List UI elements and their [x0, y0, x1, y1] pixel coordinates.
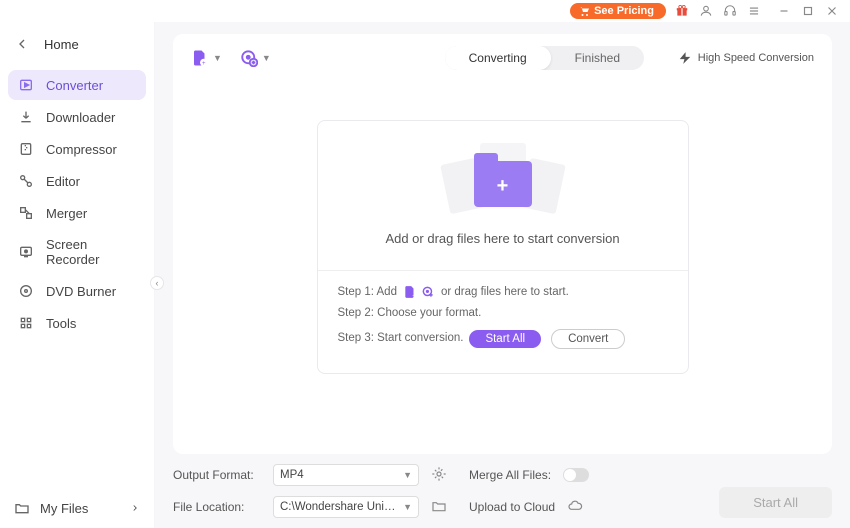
output-format-label: Output Format: [173, 468, 261, 482]
sidebar-collapse-toggle[interactable]: ‹ [150, 276, 164, 290]
sidebar-item-merger[interactable]: Merger [8, 198, 146, 228]
sidebar-item-editor[interactable]: Editor [8, 166, 146, 196]
nav-label: Tools [46, 316, 76, 331]
chevron-down-icon: ▼ [213, 53, 222, 63]
settings-icon[interactable] [431, 466, 447, 485]
nav-label: Screen Recorder [46, 237, 136, 267]
folder-illustration: + [338, 143, 668, 213]
sidebar-item-downloader[interactable]: Downloader [8, 102, 146, 132]
home-button[interactable]: Home [0, 28, 154, 60]
tab-converting[interactable]: Converting [445, 46, 551, 70]
nav-label: Downloader [46, 110, 115, 125]
sidebar: Home Converter Downloader Compressor Edi… [0, 22, 155, 528]
nav-label: Compressor [46, 142, 117, 157]
see-pricing-button[interactable]: See Pricing [570, 3, 666, 19]
file-location-select[interactable]: C:\Wondershare UniConverter 1 ▼ [273, 496, 419, 518]
add-file-button[interactable]: + ▼ [191, 49, 222, 67]
sidebar-item-screen-recorder[interactable]: Screen Recorder [8, 230, 146, 274]
step1-row: Step 1: Add + or drag files here to star… [338, 285, 668, 299]
window-controls [776, 3, 840, 19]
menu-icon[interactable] [746, 3, 762, 19]
open-folder-icon[interactable] [431, 498, 447, 517]
close-button[interactable] [824, 3, 840, 19]
output-format-select[interactable]: MP4 ▼ [273, 464, 419, 486]
headset-icon[interactable] [722, 3, 738, 19]
chevron-down-icon: ▼ [262, 53, 271, 63]
minimize-button[interactable] [776, 3, 792, 19]
my-files-button[interactable]: My Files [0, 490, 154, 528]
file-location-value: C:\Wondershare UniConverter 1 [280, 501, 403, 513]
myfiles-label: My Files [40, 501, 88, 516]
chevron-down-icon: ▼ [403, 470, 412, 480]
merge-files-toggle[interactable] [563, 468, 589, 482]
dropzone-caption: Add or drag files here to start conversi… [338, 231, 668, 246]
tab-segment: Converting Finished [445, 46, 644, 70]
file-location-label: File Location: [173, 500, 261, 514]
start-all-button[interactable]: Start All [719, 487, 832, 518]
high-speed-toggle[interactable]: High Speed Conversion [678, 51, 814, 65]
upload-cloud-label: Upload to Cloud [469, 500, 555, 514]
nav-label: Converter [46, 78, 103, 93]
tab-finished[interactable]: Finished [551, 46, 644, 70]
svg-text:+: + [412, 293, 415, 299]
merge-files-label: Merge All Files: [469, 468, 551, 482]
hs-label: High Speed Conversion [698, 52, 814, 64]
cloud-icon[interactable] [567, 498, 583, 517]
drop-zone[interactable]: + Add or drag files here to start conver… [317, 120, 689, 374]
nav-label: Merger [46, 206, 87, 221]
sidebar-item-dvd-burner[interactable]: DVD Burner [8, 276, 146, 306]
svg-text:+: + [202, 61, 206, 67]
file-plus-icon[interactable]: + [403, 285, 417, 299]
sidebar-item-compressor[interactable]: Compressor [8, 134, 146, 164]
dvd-plus-icon[interactable] [421, 285, 435, 299]
start-all-hint-button[interactable]: Start All [469, 330, 541, 348]
step2-row: Step 2: Choose your format. [338, 307, 668, 319]
output-format-value: MP4 [280, 469, 304, 481]
nav-label: DVD Burner [46, 284, 116, 299]
home-label: Home [44, 37, 79, 52]
sidebar-item-converter[interactable]: Converter [8, 70, 146, 100]
user-icon[interactable] [698, 3, 714, 19]
maximize-button[interactable] [800, 3, 816, 19]
nav-label: Editor [46, 174, 80, 189]
chevron-down-icon: ▼ [403, 502, 412, 512]
gift-icon[interactable] [674, 3, 690, 19]
step1-suffix: or drag files here to start. [441, 286, 569, 298]
add-dvd-button[interactable]: ▼ [240, 49, 271, 67]
titlebar: See Pricing [0, 0, 850, 22]
step1-prefix: Step 1: Add [338, 286, 397, 298]
step3-row: Step 3: Start conversion. Start All Conv… [338, 327, 668, 349]
pricing-label: See Pricing [594, 5, 654, 17]
convert-hint-button[interactable]: Convert [551, 329, 625, 349]
footer: Output Format: MP4 ▼ Merge All Files: Fi… [173, 454, 832, 518]
step3-label: Step 3: Start conversion. [338, 332, 464, 344]
sidebar-item-tools[interactable]: Tools [8, 308, 146, 338]
